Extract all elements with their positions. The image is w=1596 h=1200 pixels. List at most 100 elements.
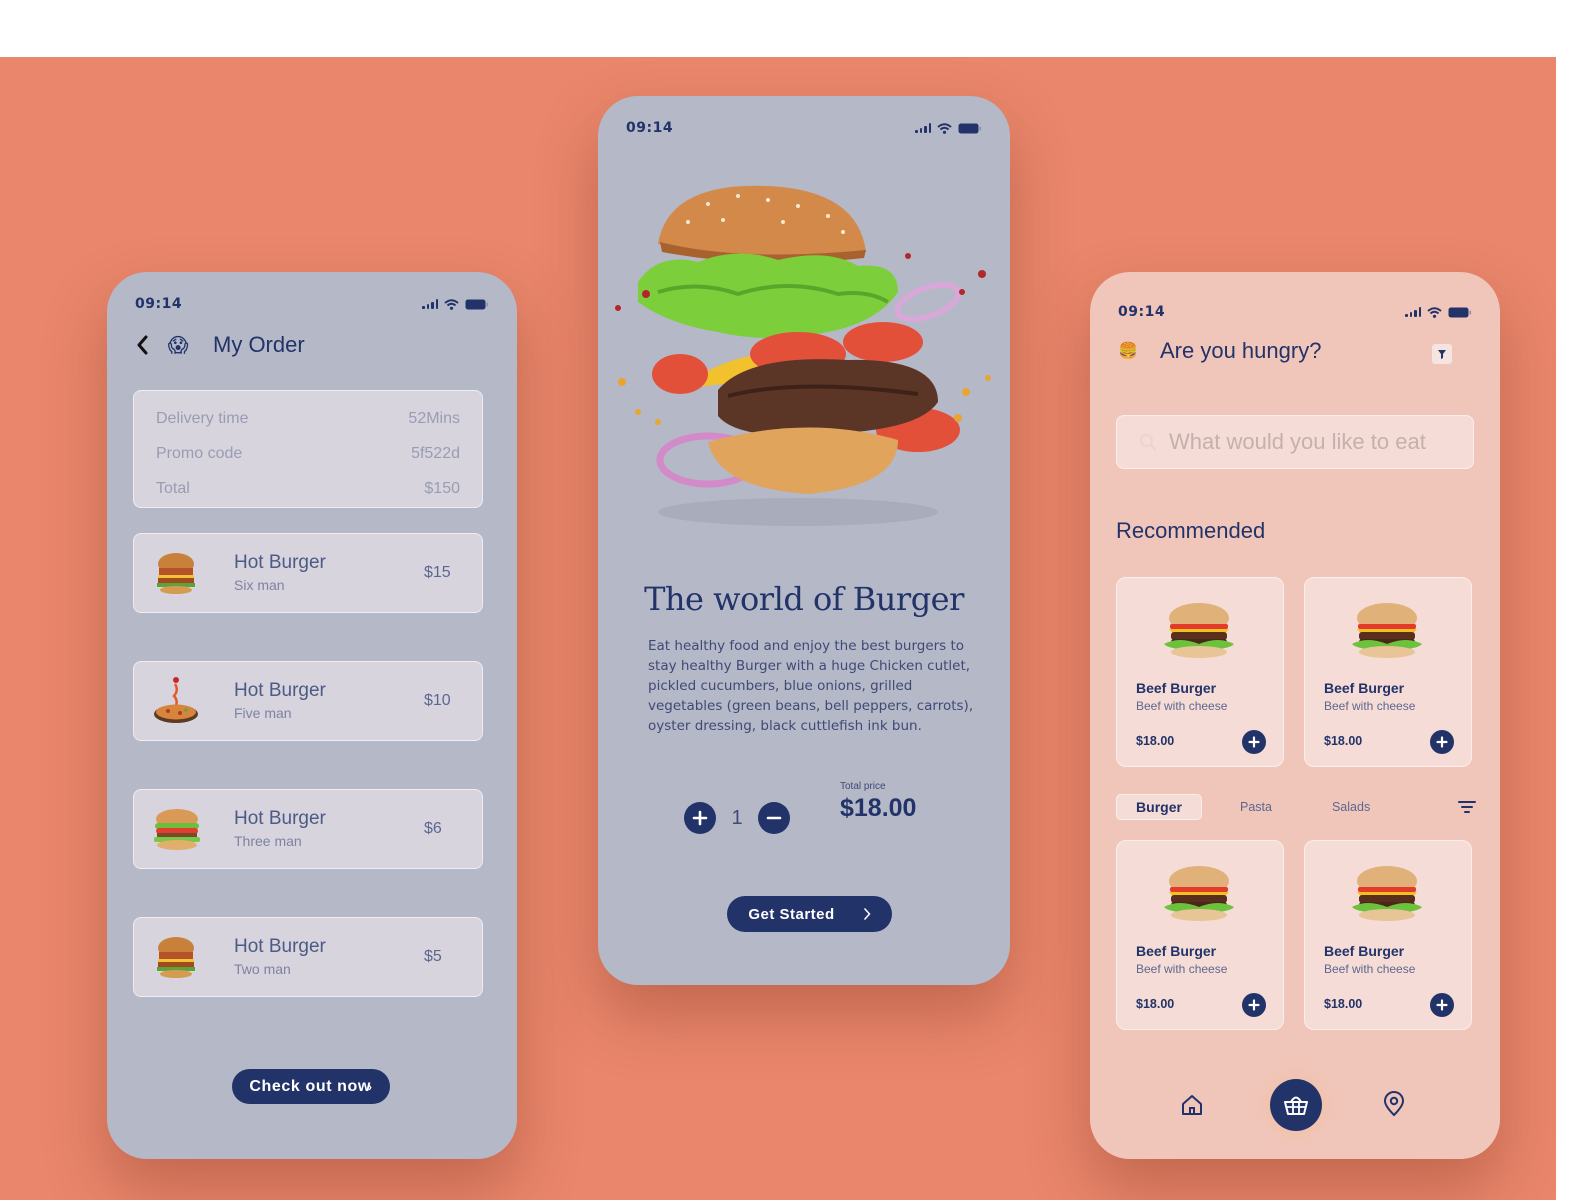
summary-row-total: Total $150 [156,479,460,497]
battery-icon [1448,307,1472,318]
status-bar: 09:14 [1118,302,1472,322]
item-price: $5 [424,948,442,965]
signal-icon [915,123,931,133]
intro-description: Eat healthy food and enjoy the best burg… [648,638,974,734]
status-time: 09:14 [135,296,183,312]
order-item[interactable]: Hot Burger Six man $15 [133,533,483,613]
basket-button[interactable] [1270,1079,1322,1131]
bottom-nav [1090,1077,1500,1137]
card-name: Beef Burger [1136,680,1217,696]
product-card[interactable]: Beef Burger Beef with cheese $18.00 [1304,577,1472,767]
beef-burger-image [1352,603,1422,658]
wifi-icon [444,298,459,310]
card-price: $18.00 [1136,734,1175,748]
card-name: Beef Burger [1136,943,1217,959]
plus-icon [692,810,708,826]
total-price-value: $18.00 [840,794,917,822]
page-title: My Order [213,332,305,357]
order-item[interactable]: Hot Burger Two man $5 [133,917,483,997]
home-screen: 09:14 🍔 Are you hungry? What would you l… [1090,272,1500,1159]
item-subtitle: Six man [234,577,285,593]
beef-burger-image [1352,866,1422,921]
card-subtitle: Beef with cheese [1324,962,1416,976]
chevron-right-icon: › [367,1079,373,1094]
summary-row-promo: Promo code 5f522d [156,444,460,462]
order-item[interactable]: Hot Burger Three man $6 [133,789,483,869]
greeting-title: Are you hungry? [1160,338,1322,363]
card-price: $18.00 [1324,997,1363,1011]
tab-pasta[interactable]: Pasta [1240,800,1272,814]
item-subtitle: Five man [234,705,292,721]
quantity-value: 1 [731,806,743,829]
increase-button[interactable] [684,802,716,834]
get-started-button[interactable]: Get Started [727,896,892,932]
item-name: Hot Burger [234,552,326,573]
signal-icon [1405,307,1421,317]
status-bar: 09:14 [626,118,982,138]
card-price: $18.00 [1136,997,1175,1011]
plus-icon [1248,999,1260,1011]
signal-icon [422,299,438,309]
card-name: Beef Burger [1324,680,1405,696]
card-subtitle: Beef with cheese [1136,699,1228,713]
item-name: Hot Burger [234,808,326,829]
veggie-burger-image [154,809,200,850]
section-title: Recommended [1116,518,1266,543]
beef-burger-image [1164,603,1234,658]
order-summary: Delivery time 52Mins Promo code 5f522d Tot… [133,390,483,508]
status-time: 09:14 [626,120,674,136]
search-icon [1140,434,1156,450]
add-to-cart-button[interactable] [1242,993,1266,1017]
category-tabs: Burger Pasta Salads [1116,792,1476,822]
order-screen: 09:14 😱 My Order Delivery time 52Mins Pro… [107,272,517,1159]
card-subtitle: Beef with cheese [1136,962,1228,976]
product-card[interactable]: Beef Burger Beef with cheese $18.00 [1116,577,1284,767]
wifi-icon [937,122,952,134]
card-subtitle: Beef with cheese [1324,699,1416,713]
add-to-cart-button[interactable] [1242,730,1266,754]
tab-burger[interactable]: Burger [1116,794,1202,820]
intro-screen: 09:14 The world of Burger Eat healthy fo… [598,96,1010,985]
card-price: $18.00 [1324,734,1363,748]
order-header: 😱 My Order [133,332,305,358]
summary-row-delivery: Delivery time 52Mins [156,409,460,427]
status-time: 09:14 [1118,304,1166,320]
back-button[interactable] [133,334,151,356]
search-input[interactable]: What would you like to eat [1116,415,1474,469]
add-to-cart-button[interactable] [1430,730,1454,754]
location-icon[interactable] [1382,1091,1406,1117]
product-card[interactable]: Beef Burger Beef with cheese $18.00 [1304,840,1472,1030]
item-subtitle: Three man [234,833,302,849]
burger-emoji-icon: 🍔 [1118,343,1138,360]
chevron-left-icon [137,335,148,355]
funnel-icon [1438,349,1446,359]
wifi-icon [1427,306,1442,318]
plus-icon [1436,736,1448,748]
item-name: Hot Burger [234,936,326,957]
item-price: $6 [424,820,442,837]
beef-burger-image [1164,866,1234,921]
scream-emoji-icon: 😱 [167,334,189,357]
item-price: $15 [424,564,451,581]
dropdown-button[interactable] [1432,344,1452,364]
battery-icon [465,299,489,310]
total-price-label: Total price [840,781,886,792]
tab-salads[interactable]: Salads [1332,800,1370,814]
plus-icon [1436,999,1448,1011]
plus-icon [1248,736,1260,748]
status-bar: 09:14 [135,294,489,314]
checkout-button[interactable]: Check out now › [232,1069,390,1104]
minus-icon [766,816,782,820]
order-item[interactable]: Hot Burger Five man $10 [133,661,483,741]
item-name: Hot Burger [234,680,326,701]
home-icon[interactable] [1180,1093,1204,1117]
filter-icon[interactable] [1458,798,1476,816]
pizza-image [154,677,198,723]
add-to-cart-button[interactable] [1430,993,1454,1017]
flying-burger-image [615,185,991,526]
decrease-button[interactable] [758,802,790,834]
product-card[interactable]: Beef Burger Beef with cheese $18.00 [1116,840,1284,1030]
item-price: $10 [424,692,451,709]
card-name: Beef Burger [1324,943,1405,959]
chevron-right-icon [863,907,871,921]
